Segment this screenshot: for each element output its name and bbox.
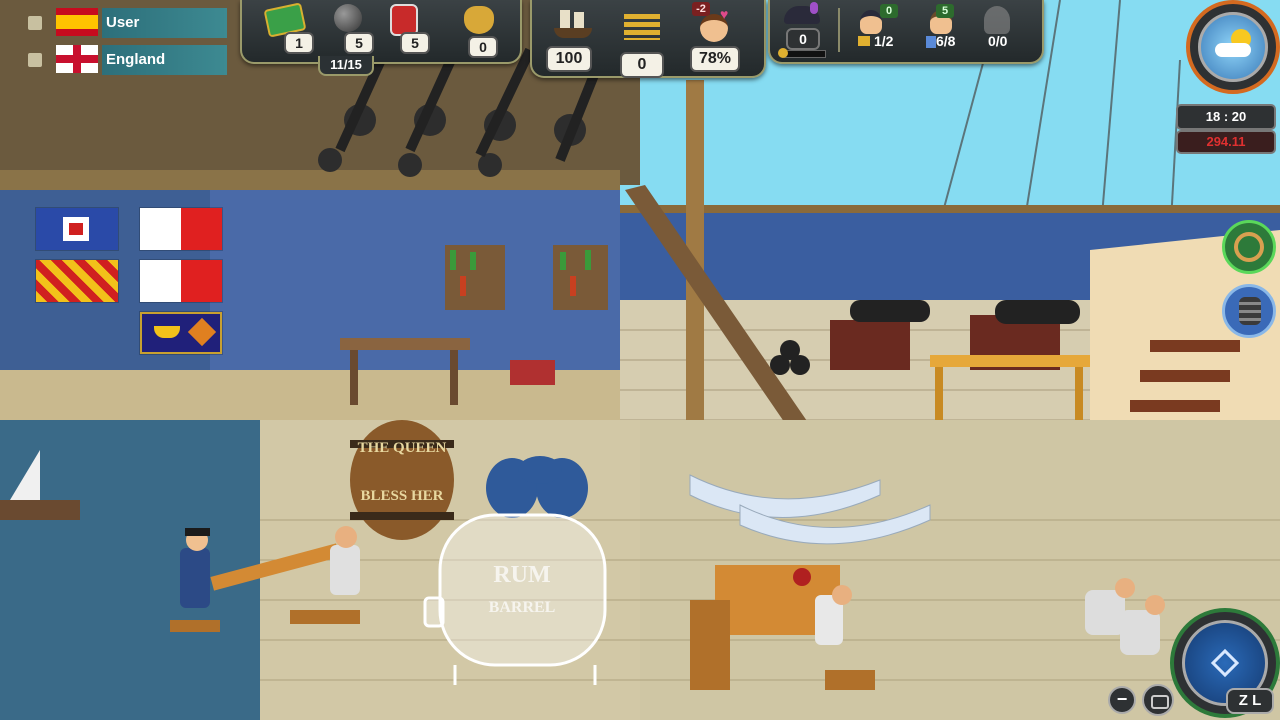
ship-deck-scene: THE QUEEN BLESS HER RUM BARREL	[0, 0, 1280, 720]
resources-panel: 1 5 5 0 11/15	[240, 0, 522, 76]
signal-flag-navy-emblem	[140, 312, 222, 354]
union-flag-icon	[56, 45, 98, 73]
officer-count: 1/2	[874, 33, 894, 49]
cannonball-count: 5	[344, 32, 374, 54]
powder-count: 5	[400, 32, 430, 54]
helm-wheel-button[interactable]	[1222, 220, 1276, 274]
ship-count: 100	[546, 46, 592, 72]
cloud-icon	[1215, 43, 1251, 57]
coin-readout: 294.11	[1176, 130, 1276, 154]
gold-bag-icon[interactable]	[464, 6, 494, 34]
rank-chevrons-icon[interactable]	[624, 14, 660, 40]
signal-flag-yellow-red-stripes	[36, 260, 118, 302]
spain-flag-icon	[56, 8, 98, 36]
officer-icon[interactable]	[860, 10, 882, 34]
heart-icon: ♥	[720, 6, 729, 22]
morale-delta-badge: -2	[692, 2, 710, 16]
cannonball-stack-icon[interactable]	[334, 4, 362, 32]
signal-flag-blue-square	[36, 208, 118, 250]
signal-flag-white-red-2	[140, 260, 222, 302]
zl-button-hint[interactable]: Z L	[1226, 688, 1274, 714]
sailor-badge: 5	[936, 4, 954, 18]
ship-icon[interactable]	[550, 8, 596, 40]
player-row-user: User	[0, 8, 240, 38]
rum-barrel-bottom-text: BARREL	[489, 599, 556, 616]
compass-rose-icon	[1210, 648, 1240, 678]
coin-small-icon	[778, 48, 788, 58]
camera-icon	[1151, 695, 1169, 709]
marine-count: 0/0	[988, 33, 1008, 49]
admiral-count: 0	[786, 28, 820, 50]
sailor-count: 6/8	[936, 33, 956, 49]
rank-count: 0	[620, 52, 664, 78]
divider	[838, 8, 840, 52]
minus-button[interactable]: −	[1108, 686, 1136, 714]
signal-flag-white-red	[140, 208, 222, 250]
officer-badge: 0	[880, 4, 898, 18]
clock-display: 18 : 20	[1176, 104, 1276, 130]
ship-wheel-icon	[1234, 232, 1264, 262]
ship-rank-icon	[28, 53, 42, 67]
barrel-bottom-text: BLESS HER	[361, 488, 444, 504]
marine-silhouette-icon[interactable]	[984, 6, 1010, 34]
player-name-england: England	[102, 45, 227, 75]
player-row-england: England	[0, 45, 240, 75]
sailor-shirt-icon	[926, 36, 936, 48]
barrel-button[interactable]	[1222, 284, 1276, 338]
player-name-user: User	[102, 8, 227, 38]
feather-icon	[810, 2, 818, 14]
gold-stack-icon	[858, 36, 870, 46]
barrel-top-text: THE QUEEN	[358, 440, 447, 456]
admiral-progress-bar	[784, 50, 826, 58]
camera-button[interactable]	[1142, 684, 1174, 716]
rum-barrel-top-text: RUM	[493, 562, 550, 588]
gold-bag-count: 0	[468, 36, 498, 58]
weather-dial[interactable]	[1186, 0, 1280, 94]
morale-percent: 78%	[690, 46, 740, 72]
barrel-icon	[1239, 297, 1261, 325]
cash-count: 1	[284, 32, 314, 54]
ship-rank-icon	[28, 16, 42, 30]
crew-panel: 0 0 1/2 5 6/8 0/0	[768, 0, 1044, 64]
ship-status-panel: 100 0 -2 ♥ 78%	[530, 0, 766, 78]
capacity-tab: 11/15	[318, 56, 374, 76]
